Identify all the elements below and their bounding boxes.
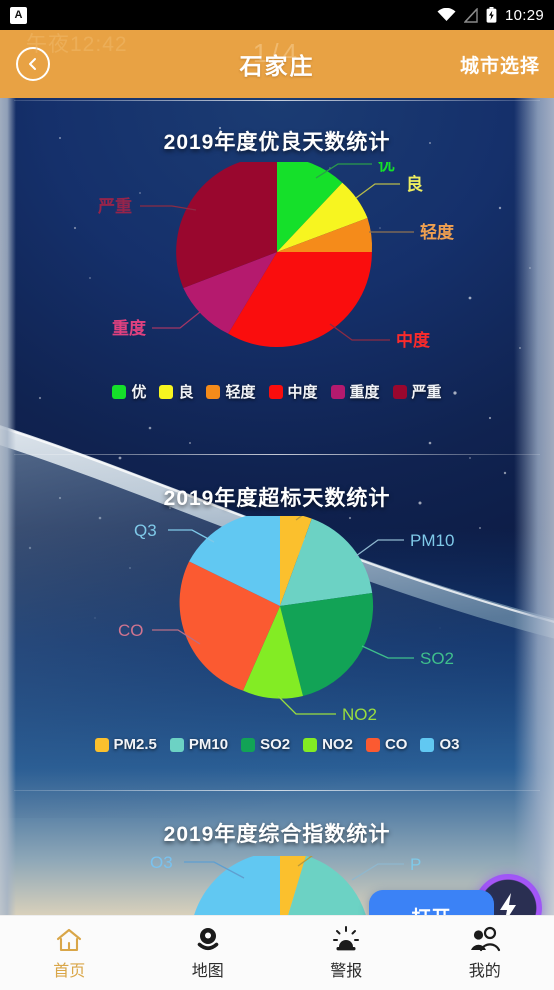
pie-label-pm10-3: P bbox=[410, 856, 421, 874]
leader-line-no2 bbox=[277, 695, 336, 715]
legend-swatch bbox=[241, 737, 256, 752]
app-header: 午夜12:42 1/4 石家庄 城市选择 bbox=[0, 30, 554, 98]
leader-line-重度 bbox=[152, 311, 201, 329]
legend-label: PM2.5 bbox=[113, 736, 157, 753]
battery-charging-icon bbox=[486, 7, 497, 23]
nav-item-home[interactable]: 首页 bbox=[0, 916, 139, 990]
pie-slices-3 bbox=[194, 856, 366, 915]
nav-label-home: 首页 bbox=[53, 962, 86, 980]
chart-title-1: 2019年度优良天数统计 bbox=[163, 131, 391, 154]
legend-label: 良 bbox=[178, 384, 194, 401]
panel-divider-top bbox=[14, 100, 540, 101]
clock: 10:29 bbox=[504, 6, 544, 24]
pie-label-轻度: 轻度 bbox=[420, 222, 455, 242]
map-pin-icon bbox=[197, 927, 219, 950]
nav-item-mine[interactable]: 我的 bbox=[416, 916, 554, 990]
pie-label-so2: SO2 bbox=[420, 649, 454, 668]
signal-off-icon bbox=[463, 7, 478, 23]
pie-label-pm25: PM2.5 bbox=[352, 516, 401, 518]
nav-item-map[interactable]: 地图 bbox=[139, 916, 278, 990]
legend-swatch bbox=[94, 737, 109, 752]
legend-label: 优 bbox=[131, 384, 147, 401]
legend-item[interactable]: NO2 bbox=[303, 736, 353, 753]
legend-swatch bbox=[365, 737, 380, 752]
city-select-button[interactable]: 城市选择 bbox=[460, 51, 540, 78]
wifi-icon bbox=[437, 8, 456, 21]
legend-item[interactable]: CO bbox=[365, 736, 408, 753]
pie-label-优: 优 bbox=[378, 162, 395, 174]
legend-swatch bbox=[268, 384, 283, 399]
legend-item[interactable]: 优 bbox=[112, 381, 146, 402]
legend-swatch bbox=[112, 384, 127, 399]
pie-slices-2 bbox=[179, 516, 374, 699]
pie-label-中度: 中度 bbox=[396, 330, 431, 350]
legend-item[interactable]: 轻度 bbox=[206, 381, 256, 402]
legend-swatch bbox=[420, 737, 435, 752]
legend-label: NO2 bbox=[322, 736, 353, 753]
chart-panel-exceed-days: 2019年度超标天数统计 PM2.5 PM10 bbox=[0, 454, 554, 790]
bottom-navigation: 首页 地图 警报 我的 bbox=[0, 915, 554, 990]
leader-line-良 bbox=[355, 183, 400, 199]
legend-label: PM10 bbox=[188, 736, 229, 753]
panel-divider-mid bbox=[14, 454, 540, 455]
legend-label: 中度 bbox=[287, 384, 318, 401]
nav-label-alarm: 警报 bbox=[330, 962, 363, 980]
panel-divider-bottom bbox=[14, 790, 540, 791]
legend-item[interactable]: PM10 bbox=[169, 736, 229, 753]
legend-label: 严重 bbox=[411, 384, 442, 401]
leader-line-pm10 bbox=[355, 539, 404, 557]
legend-swatch bbox=[330, 384, 345, 399]
chart-legend-1: 优 良 轻度 中度 重度 严重 bbox=[0, 381, 554, 402]
legend-label: SO2 bbox=[260, 736, 291, 753]
home-icon bbox=[57, 928, 82, 951]
nav-label-mine: 我的 bbox=[468, 962, 501, 980]
legend-item[interactable]: O3 bbox=[420, 736, 459, 753]
legend-swatch bbox=[392, 384, 407, 399]
legend-item[interactable]: 重度 bbox=[330, 381, 380, 402]
nav-label-map: 地图 bbox=[191, 962, 224, 980]
chart-legend-2: PM2.5 PM10 SO2 NO2 CO O3 bbox=[0, 736, 554, 753]
legend-label: O3 bbox=[439, 736, 460, 753]
chart-title-2: 2019年度超标天数统计 bbox=[163, 487, 391, 510]
pie-label-o3: Q3 bbox=[134, 521, 157, 540]
pie-slice-o3-3 bbox=[194, 856, 280, 915]
legend-item[interactable]: 中度 bbox=[268, 381, 318, 402]
legend-label: 重度 bbox=[349, 384, 380, 401]
pie-label-重度: 重度 bbox=[112, 318, 147, 338]
legend-label: 轻度 bbox=[225, 384, 256, 401]
people-icon bbox=[470, 926, 500, 951]
app-icon: A bbox=[10, 6, 27, 24]
pie-label-no2: NO2 bbox=[342, 705, 377, 724]
pie-label-o3-3: O3 bbox=[150, 856, 173, 872]
nav-item-alarm[interactable]: 警报 bbox=[277, 916, 416, 990]
chart-title-3: 2019年度综合指数统计 bbox=[163, 823, 391, 846]
legend-swatch bbox=[206, 384, 221, 399]
legend-swatch bbox=[159, 384, 174, 399]
pie-label-pm10: PM10 bbox=[410, 531, 454, 550]
status-bar: A 10:29 bbox=[0, 0, 554, 30]
pie-label-严重: 严重 bbox=[98, 196, 132, 216]
pie-chart-2[interactable]: PM2.5 PM10 SO2 NO2 CO Q3 bbox=[0, 516, 554, 736]
legend-item[interactable]: 良 bbox=[159, 381, 193, 402]
pie-chart-1[interactable]: 优 良 轻度 中度 重度 严重 bbox=[0, 162, 554, 377]
legend-label: CO bbox=[384, 736, 408, 753]
leader-line-so2 bbox=[361, 645, 414, 659]
pie-slices-1 bbox=[176, 162, 373, 348]
legend-swatch bbox=[169, 737, 184, 752]
legend-item[interactable]: 严重 bbox=[392, 381, 442, 402]
pie-label-pm25-3: PM2.5 bbox=[358, 856, 407, 860]
leader-line-中度 bbox=[329, 323, 390, 341]
pie-label-良: 良 bbox=[406, 174, 423, 194]
leader-line-pm10-3 bbox=[351, 863, 404, 881]
chart-panel-good-days: 2019年度优良天数统计 优 良 轻度 中度 重度 严重 优 良 轻度 中度 重… bbox=[0, 98, 554, 454]
pie-label-co: CO bbox=[118, 621, 144, 640]
legend-item[interactable]: PM2.5 bbox=[94, 736, 157, 753]
alarm-light-icon bbox=[333, 925, 360, 950]
legend-swatch bbox=[303, 737, 318, 752]
legend-item[interactable]: SO2 bbox=[241, 736, 290, 753]
status-bar-icons: 10:29 bbox=[437, 7, 544, 24]
